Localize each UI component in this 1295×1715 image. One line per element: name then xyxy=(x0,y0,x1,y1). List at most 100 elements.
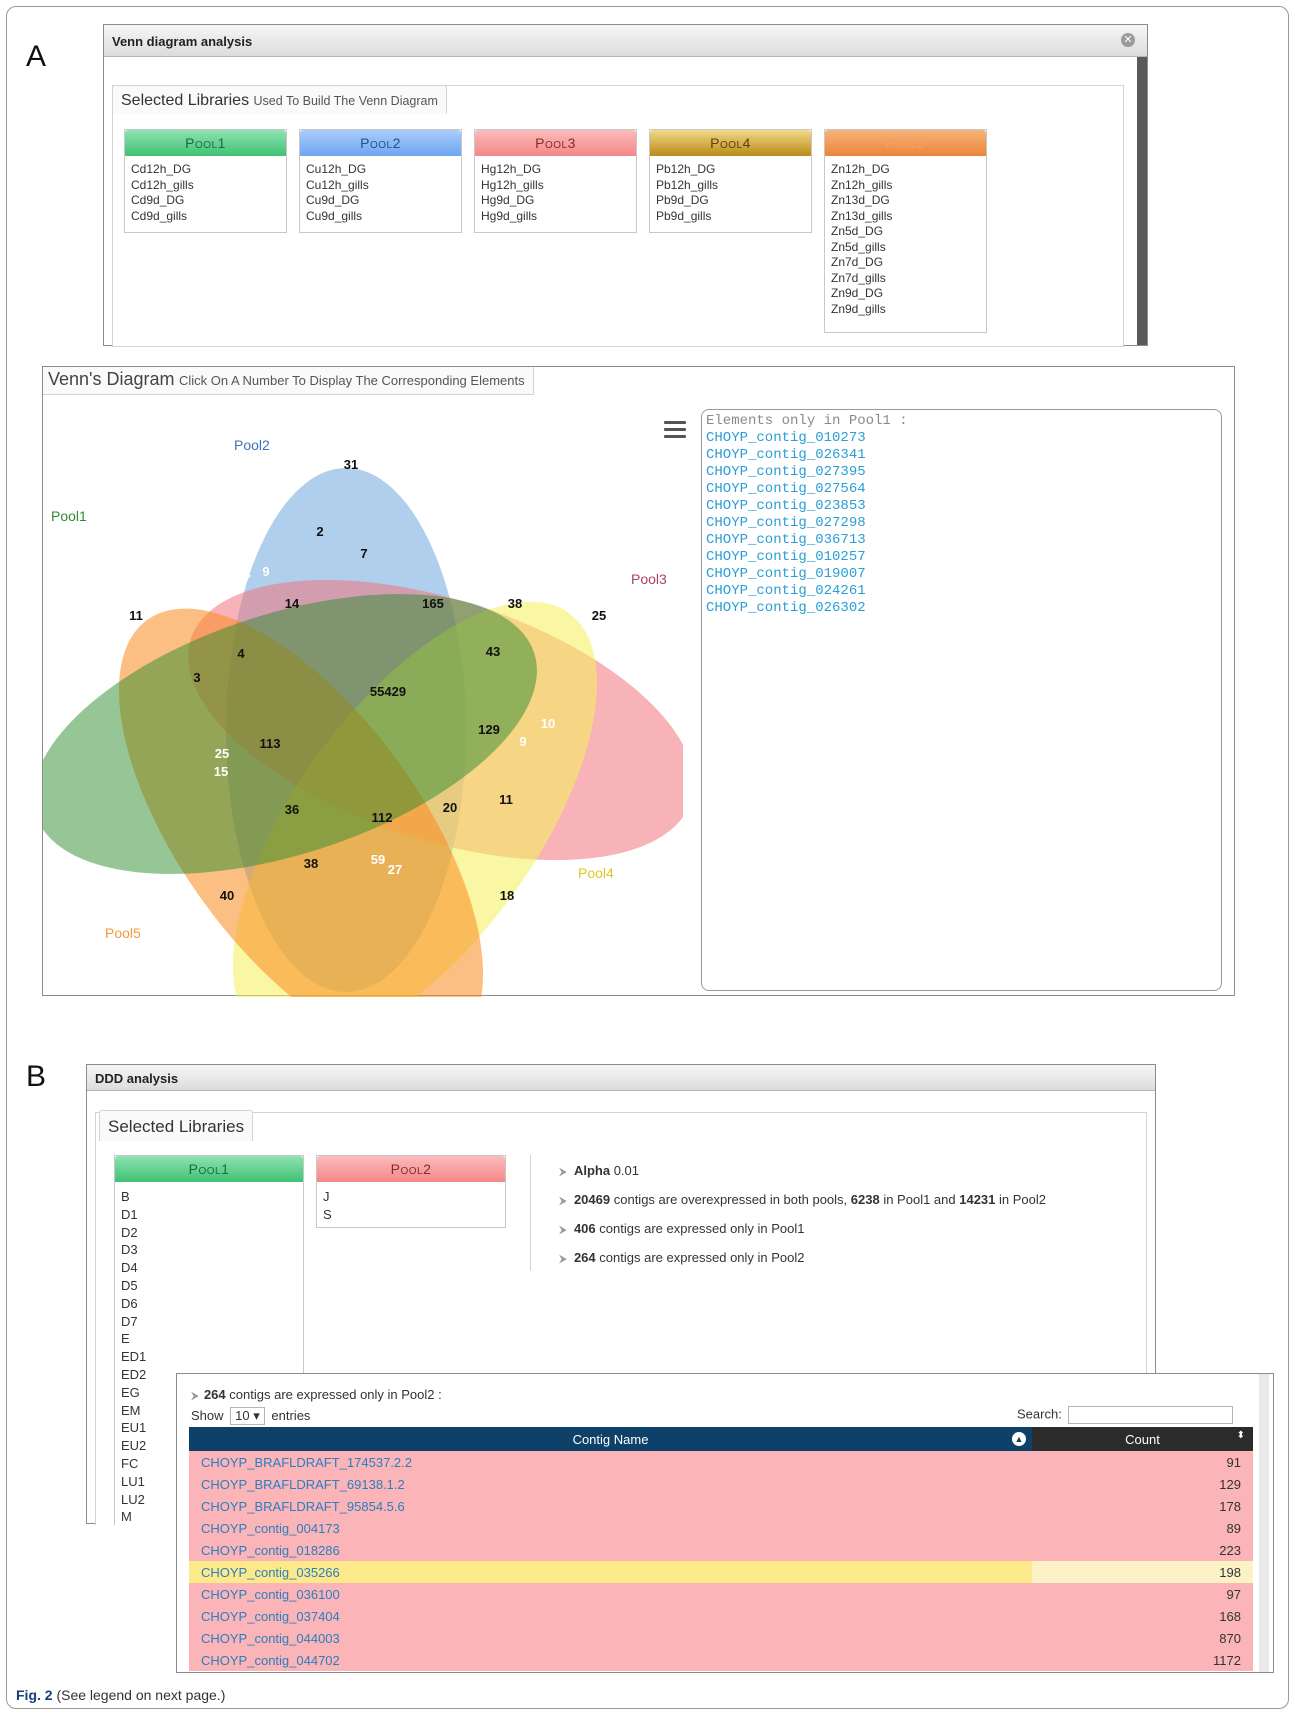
library-item: Cu12h_gills xyxy=(306,177,369,192)
pool5-box: Pool5 Zn12h_DG Zn12h_gills Zn13d_DG Zn13… xyxy=(824,129,987,333)
element-link[interactable]: CHOYP_contig_024261 xyxy=(706,583,1217,600)
only2-count: 264 xyxy=(573,1250,596,1265)
region-count[interactable]: 55429 xyxy=(370,684,406,699)
element-link[interactable]: CHOYP_contig_026302 xyxy=(706,600,1217,617)
pool3-label: Pool3 xyxy=(631,571,667,587)
table-row[interactable]: CHOYP_contig_044003 870 xyxy=(189,1627,1253,1649)
contig-name-cell[interactable]: CHOYP_contig_035266 xyxy=(189,1561,1032,1583)
pool5-header: Pool5 xyxy=(825,130,986,156)
element-link[interactable]: CHOYP_contig_010257 xyxy=(706,549,1217,566)
search-input[interactable] xyxy=(1068,1406,1234,1424)
contig-name-cell[interactable]: CHOYP_BRAFLDRAFT_174537.2.2 xyxy=(189,1451,1032,1473)
contig-name-cell[interactable]: CHOYP_contig_044003 xyxy=(189,1627,1032,1649)
library-item: Hg9d_gills xyxy=(481,208,538,223)
library-item: D7 xyxy=(121,1313,138,1329)
table-row[interactable]: CHOYP_BRAFLDRAFT_95854.5.6 178 xyxy=(189,1495,1253,1517)
hamburger-menu-icon[interactable] xyxy=(664,421,686,439)
sort-icon[interactable]: ⬍ xyxy=(1237,1430,1245,1441)
table-row[interactable]: CHOYP_contig_018286 223 xyxy=(189,1539,1253,1561)
column-label: Contig Name xyxy=(572,1431,649,1447)
region-count[interactable]: 11 xyxy=(129,608,143,623)
region-count[interactable]: 43 xyxy=(486,644,500,659)
alpha-value: 0.01 xyxy=(613,1163,640,1178)
element-link[interactable]: CHOYP_contig_010273 xyxy=(706,430,1217,447)
region-count[interactable]: 4 xyxy=(442,540,450,555)
table-row[interactable]: CHOYP_contig_037404 168 xyxy=(189,1605,1253,1627)
table-row[interactable]: CHOYP_contig_004173 89 xyxy=(189,1517,1253,1539)
element-link[interactable]: CHOYP_contig_027298 xyxy=(706,515,1217,532)
library-item: Cd12h_gills xyxy=(131,177,194,192)
count-cell: 89 xyxy=(1032,1517,1253,1539)
contig-table-overlay: ⮞ 264 contigs are expressed only in Pool2… xyxy=(176,1373,1274,1673)
library-item: Zn12h_gills xyxy=(831,177,893,192)
region-count[interactable]: 7 xyxy=(360,546,367,561)
element-link[interactable]: CHOYP_contig_027564 xyxy=(706,481,1217,498)
ddd-libraries-tab: Selected Libraries xyxy=(99,1110,254,1141)
region-count[interactable]: 9 xyxy=(262,564,269,579)
contig-name-cell[interactable]: CHOYP_contig_037404 xyxy=(189,1605,1032,1627)
element-link[interactable]: CHOYP_contig_036713 xyxy=(706,532,1217,549)
entries-select[interactable]: 10 ▾ xyxy=(230,1407,265,1425)
region-count[interactable]: 4 xyxy=(237,646,245,661)
table-row[interactable]: CHOYP_contig_044702 1172 xyxy=(189,1649,1253,1671)
region-count[interactable]: 113 xyxy=(260,736,281,751)
venn-analysis-window: Venn diagram analysis ✕ Selected Librari… xyxy=(103,24,1148,347)
close-icon[interactable]: ✕ xyxy=(1121,33,1135,47)
table-row[interactable]: CHOYP_BRAFLDRAFT_174537.2.2 91 xyxy=(189,1451,1253,1473)
contig-name-cell[interactable]: CHOYP_contig_018286 xyxy=(189,1539,1032,1561)
column-header-count[interactable]: Count ⬍ xyxy=(1032,1427,1253,1451)
region-count[interactable]: 38 xyxy=(508,596,522,611)
count-cell: 870 xyxy=(1032,1627,1253,1649)
element-link[interactable]: CHOYP_contig_026341 xyxy=(706,447,1217,464)
element-link[interactable]: CHOYP_contig_023853 xyxy=(706,498,1217,515)
region-count[interactable]: 31 xyxy=(344,457,358,472)
library-item: Hg12h_gills xyxy=(481,177,544,192)
region-count[interactable]: 27 xyxy=(388,862,402,877)
region-count[interactable]: 9 xyxy=(519,734,526,749)
table-row[interactable]: CHOYP_BRAFLDRAFT_69138.1.2 129 xyxy=(189,1473,1253,1495)
region-count[interactable]: 15 xyxy=(214,764,228,779)
contig-name-cell[interactable]: CHOYP_BRAFLDRAFT_95854.5.6 xyxy=(189,1495,1032,1517)
both-count: 20469 xyxy=(573,1192,611,1207)
region-count[interactable]: 4 xyxy=(243,566,251,581)
pool3-box: Pool3 Hg12h_DG Hg12h_gills Hg9d_DG Hg9d_… xyxy=(474,129,637,233)
pool2-box: Pool2 Cu12h_DG Cu12h_gills Cu9d_DG Cu9d_… xyxy=(299,129,462,233)
overlay-scrollbar[interactable] xyxy=(1259,1374,1269,1672)
contig-name-cell[interactable]: CHOYP_contig_036100 xyxy=(189,1583,1032,1605)
region-count[interactable]: 18 xyxy=(500,888,514,903)
library-item: Pb9d_DG xyxy=(656,193,709,207)
elements-list-box: Elements only in Pool1 : CHOYP_contig_01… xyxy=(701,409,1222,991)
table-row-highlighted[interactable]: CHOYP_contig_035266 198 xyxy=(189,1561,1253,1583)
column-header-contig-name[interactable]: Contig Name ▲ xyxy=(189,1427,1032,1451)
region-count[interactable]: 36 xyxy=(285,802,299,817)
region-count[interactable]: 20 xyxy=(443,800,457,815)
contig-name-cell[interactable]: CHOYP_contig_004173 xyxy=(189,1517,1032,1539)
sort-ascending-icon[interactable]: ▲ xyxy=(1012,1432,1026,1446)
region-count[interactable]: 25 xyxy=(459,556,473,571)
contig-name-cell[interactable]: CHOYP_BRAFLDRAFT_69138.1.2 xyxy=(189,1473,1032,1495)
region-count[interactable]: 40 xyxy=(220,888,234,903)
region-count[interactable]: 2 xyxy=(316,524,323,539)
table-row[interactable]: CHOYP_contig_036100 97 xyxy=(189,1583,1253,1605)
region-count[interactable]: 25 xyxy=(215,746,229,761)
contig-name-cell[interactable]: CHOYP_contig_044702 xyxy=(189,1649,1032,1671)
region-count[interactable]: 14 xyxy=(285,596,300,611)
element-link[interactable]: CHOYP_contig_027395 xyxy=(706,464,1217,481)
window-scrollbar[interactable] xyxy=(1137,57,1147,345)
count-cell: 1172 xyxy=(1032,1649,1253,1671)
chevron-down-icon: ▾ xyxy=(253,1408,260,1423)
region-count[interactable]: 112 xyxy=(372,810,393,825)
region-count[interactable]: 3 xyxy=(193,670,200,685)
region-count[interactable]: 10 xyxy=(541,716,555,731)
caption-count: 264 xyxy=(203,1387,226,1402)
region-count[interactable]: 59 xyxy=(371,852,385,867)
stat-both: ⮞ 20469 contigs are overexpressed in both… xyxy=(559,1192,1046,1207)
region-count[interactable]: 11 xyxy=(499,792,513,807)
element-link[interactable]: CHOYP_contig_019007 xyxy=(706,566,1217,583)
region-count[interactable]: 165 xyxy=(422,596,444,611)
library-item: D5 xyxy=(121,1277,138,1293)
region-count[interactable]: 129 xyxy=(478,722,500,737)
region-count[interactable]: 25 xyxy=(592,608,606,623)
library-item: Zn13d_gills xyxy=(831,208,893,223)
region-count[interactable]: 38 xyxy=(304,856,318,871)
